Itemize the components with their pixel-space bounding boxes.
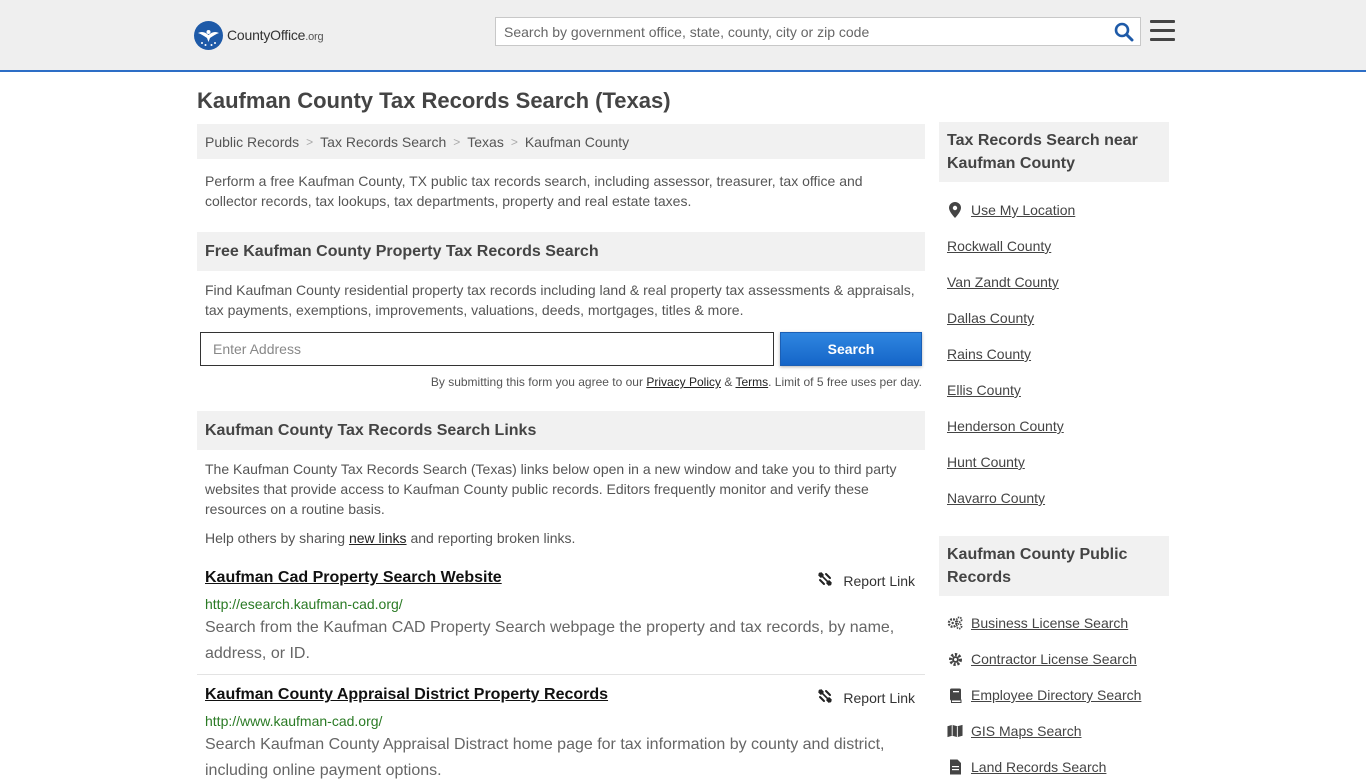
- hamburger-menu-icon[interactable]: [1150, 20, 1175, 42]
- breadcrumb-public-records[interactable]: Public Records: [205, 134, 299, 150]
- nearby-county-item[interactable]: Dallas County: [947, 308, 1034, 328]
- logo-tld: .org: [305, 31, 324, 43]
- public-record-item[interactable]: Employee Directory Search: [947, 685, 1141, 705]
- nearby-county-link[interactable]: Dallas County: [947, 310, 1034, 326]
- logo-text: CountyOffice: [227, 27, 306, 43]
- terms-link[interactable]: Terms: [735, 375, 768, 389]
- nearby-county-item[interactable]: Navarro County: [947, 488, 1045, 508]
- site-search-input[interactable]: [496, 18, 1106, 45]
- nearby-heading: Tax Records Search near Kaufman County: [939, 122, 1169, 182]
- report-link-label: Report Link: [843, 689, 915, 706]
- site-header: CountyOffice.org: [0, 0, 1366, 72]
- document-icon: [947, 759, 963, 775]
- resource-link-url: http://www.kaufman-cad.org/: [205, 713, 383, 729]
- breadcrumb-separator: >: [306, 134, 314, 149]
- breadcrumb-tax-records-search[interactable]: Tax Records Search: [320, 134, 446, 150]
- public-record-item[interactable]: GIS Maps Search: [947, 721, 1082, 741]
- nearby-county-link[interactable]: Navarro County: [947, 490, 1045, 506]
- address-input[interactable]: [200, 332, 774, 366]
- public-record-link[interactable]: Land Records Search: [971, 759, 1106, 775]
- nearby-county-item[interactable]: Van Zandt County: [947, 272, 1059, 292]
- intro-text: Perform a free Kaufman County, TX public…: [205, 173, 863, 209]
- logo-eagle-icon: [194, 20, 223, 50]
- links-section-heading: Kaufman County Tax Records Search Links: [197, 411, 925, 450]
- breadcrumb: Public Records > Tax Records Search > Te…: [197, 124, 925, 159]
- gears-icon: [947, 615, 963, 631]
- map-icon: [947, 723, 963, 739]
- breadcrumb-separator: >: [510, 134, 518, 149]
- nearby-county-link[interactable]: Ellis County: [947, 382, 1021, 398]
- broken-link-icon: [817, 571, 843, 590]
- public-record-item[interactable]: Land Records Search: [947, 757, 1106, 777]
- nearby-county-item[interactable]: Hunt County: [947, 452, 1025, 472]
- report-link-label: Report Link: [843, 572, 915, 589]
- share-line: Help others by sharing new links and rep…: [205, 530, 575, 546]
- site-logo[interactable]: CountyOffice.org: [194, 20, 324, 50]
- nearby-county-link[interactable]: Hunt County: [947, 454, 1025, 470]
- nearby-county-item[interactable]: Rockwall County: [947, 236, 1051, 256]
- disclaimer-text: By submitting this form you agree to our: [430, 375, 647, 389]
- map-marker-icon: [947, 202, 963, 218]
- breadcrumb-texas[interactable]: Texas: [467, 134, 504, 150]
- new-links-link[interactable]: new links: [349, 530, 407, 546]
- resource-link-item: Kaufman Cad Property Search Website Repo…: [197, 569, 925, 669]
- public-record-item[interactable]: Business License Search: [947, 613, 1128, 633]
- resource-link-url: http://esearch.kaufman-cad.org/: [205, 596, 403, 612]
- site-search: [495, 17, 1141, 46]
- report-link-button[interactable]: Report Link: [817, 688, 915, 707]
- nearby-county-link[interactable]: Van Zandt County: [947, 274, 1059, 290]
- resource-link-description: Search Kaufman County Appraisal Distract…: [205, 736, 885, 779]
- nearby-county-item[interactable]: Rains County: [947, 344, 1031, 364]
- resource-link-title[interactable]: Kaufman Cad Property Search Website: [205, 569, 502, 587]
- nearby-county-item[interactable]: Henderson County: [947, 416, 1064, 436]
- page-title: Kaufman County Tax Records Search (Texas…: [197, 88, 671, 113]
- nearby-county-link[interactable]: Rains County: [947, 346, 1031, 362]
- public-record-link[interactable]: Business License Search: [971, 615, 1128, 631]
- gear-icon: [947, 651, 963, 667]
- use-location-item[interactable]: Use My Location: [947, 200, 1075, 220]
- use-location-link[interactable]: Use My Location: [971, 202, 1075, 218]
- search-icon[interactable]: [1114, 22, 1134, 42]
- resource-link-description: Search from the Kaufman CAD Property Sea…: [205, 619, 895, 662]
- broken-link-icon: [817, 688, 843, 707]
- links-section-description: The Kaufman County Tax Records Search (T…: [205, 461, 897, 517]
- disclaimer-limit: . Limit of 5 free uses per day.: [768, 375, 922, 389]
- book-icon: [947, 687, 963, 703]
- property-search-heading: Free Kaufman County Property Tax Records…: [197, 232, 925, 271]
- nearby-county-link[interactable]: Henderson County: [947, 418, 1064, 434]
- public-record-item[interactable]: Contractor License Search: [947, 649, 1137, 669]
- disclaimer-amp: &: [721, 375, 736, 389]
- public-record-link[interactable]: Employee Directory Search: [971, 687, 1141, 703]
- resource-link-item: Kaufman County Appraisal District Proper…: [197, 686, 925, 779]
- nearby-county-item[interactable]: Ellis County: [947, 380, 1021, 400]
- public-record-link[interactable]: Contractor License Search: [971, 651, 1137, 667]
- report-link-button[interactable]: Report Link: [817, 571, 915, 590]
- breadcrumb-separator: >: [453, 134, 461, 149]
- property-search-description: Find Kaufman County residential property…: [205, 282, 915, 318]
- share-text: Help others by sharing: [205, 530, 349, 546]
- nearby-county-link[interactable]: Rockwall County: [947, 238, 1051, 254]
- form-disclaimer: By submitting this form you agree to our…: [200, 375, 922, 389]
- public-records-heading: Kaufman County Public Records: [939, 536, 1169, 596]
- resource-link-title[interactable]: Kaufman County Appraisal District Proper…: [205, 686, 608, 704]
- privacy-policy-link[interactable]: Privacy Policy: [646, 375, 721, 389]
- link-divider: [197, 674, 925, 675]
- public-record-link[interactable]: GIS Maps Search: [971, 723, 1082, 739]
- share-text-after: and reporting broken links.: [406, 530, 576, 546]
- breadcrumb-kaufman-county[interactable]: Kaufman County: [525, 134, 629, 150]
- address-search-button[interactable]: Search: [780, 332, 922, 366]
